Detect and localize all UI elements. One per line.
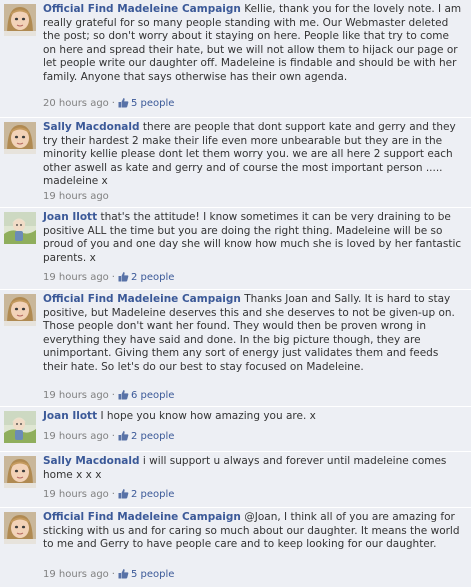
- comment-text: I hope you know how amazing you are. x: [100, 410, 316, 422]
- comment-meta: 19 hours ago · 6 people: [43, 390, 175, 401]
- avatar[interactable]: [4, 512, 36, 544]
- likes-count: 2 people: [130, 272, 175, 283]
- thumbs-up-icon: [118, 97, 129, 108]
- comment-item: Joan Ilott that's the attitude! I know s…: [0, 208, 471, 290]
- author-link[interactable]: Sally Macdonald: [43, 121, 140, 133]
- author-link[interactable]: Official Find Madeleine Campaign: [43, 293, 241, 305]
- thumbs-up-icon: [118, 568, 129, 579]
- timestamp[interactable]: 19 hours ago: [43, 272, 109, 283]
- thumbs-up-icon: [118, 389, 129, 400]
- avatar[interactable]: [4, 411, 36, 443]
- likes-count: 5 people: [130, 569, 175, 580]
- author-link[interactable]: Official Find Madeleine Campaign: [43, 511, 241, 523]
- comment-item: Official Find Madeleine Campaign Thanks …: [0, 290, 471, 407]
- comment-meta: 20 hours ago · 5 people: [43, 98, 175, 109]
- madeleine-avatar-icon: [4, 294, 36, 326]
- likes-count: 2 people: [130, 489, 175, 500]
- comment-feed: Official Find Madeleine Campaign Kellie,…: [0, 0, 471, 587]
- author-link[interactable]: Joan Ilott: [43, 211, 97, 223]
- thumbs-up-icon: [118, 271, 129, 282]
- thumbs-up-icon: [118, 430, 129, 441]
- avatar[interactable]: [4, 294, 36, 326]
- comment-meta: 19 hours ago · 5 people: [43, 569, 175, 580]
- likes-link[interactable]: 6 people: [118, 390, 174, 401]
- comment-item: Sally Macdonald there are people that do…: [0, 118, 471, 208]
- likes-link[interactable]: 2 people: [118, 489, 174, 500]
- madeleine-avatar-icon: [4, 122, 36, 154]
- timestamp[interactable]: 19 hours ago: [43, 489, 109, 500]
- comment-item: Joan Ilott I hope you know how amazing y…: [0, 407, 471, 452]
- comment-meta: 19 hours ago · 2 people: [43, 431, 175, 442]
- avatar[interactable]: [4, 456, 36, 488]
- timestamp[interactable]: 19 hours ago: [43, 390, 109, 401]
- comment-item: Official Find Madeleine Campaign @Joan, …: [0, 508, 471, 587]
- likes-link[interactable]: 2 people: [118, 272, 174, 283]
- comment-meta: 19 hours ago · 2 people: [43, 489, 175, 500]
- timestamp[interactable]: 19 hours ago: [43, 569, 109, 580]
- madeleine-avatar-icon: [4, 512, 36, 544]
- comment-item: Official Find Madeleine Campaign Kellie,…: [0, 0, 471, 118]
- thumbs-up-icon: [118, 488, 129, 499]
- comment-item: Sally Macdonald i will support u always …: [0, 452, 471, 508]
- comment-text: that's the attitude! I know sometimes it…: [43, 211, 462, 264]
- likes-link[interactable]: 5 people: [118, 98, 174, 109]
- author-link[interactable]: Joan Ilott: [43, 410, 97, 422]
- outdoor-avatar-icon: [4, 411, 36, 443]
- outdoor-avatar-icon: [4, 212, 36, 244]
- author-link[interactable]: Official Find Madeleine Campaign: [43, 3, 241, 15]
- comment-meta: 19 hours ago · 2 people: [43, 272, 175, 283]
- likes-link[interactable]: 5 people: [118, 569, 174, 580]
- avatar[interactable]: [4, 212, 36, 244]
- avatar[interactable]: [4, 4, 36, 36]
- timestamp[interactable]: 20 hours ago: [43, 98, 109, 109]
- likes-link[interactable]: 2 people: [118, 431, 174, 442]
- likes-count: 6 people: [130, 390, 175, 401]
- likes-count: 2 people: [130, 431, 175, 442]
- timestamp[interactable]: 19 hours ago: [43, 431, 109, 442]
- likes-count: 5 people: [130, 98, 175, 109]
- madeleine-avatar-icon: [4, 456, 36, 488]
- timestamp[interactable]: 19 hours ago: [43, 191, 109, 202]
- author-link[interactable]: Sally Macdonald: [43, 455, 140, 467]
- madeleine-avatar-icon: [4, 4, 36, 36]
- comment-meta: 19 hours ago: [43, 190, 109, 203]
- avatar[interactable]: [4, 122, 36, 154]
